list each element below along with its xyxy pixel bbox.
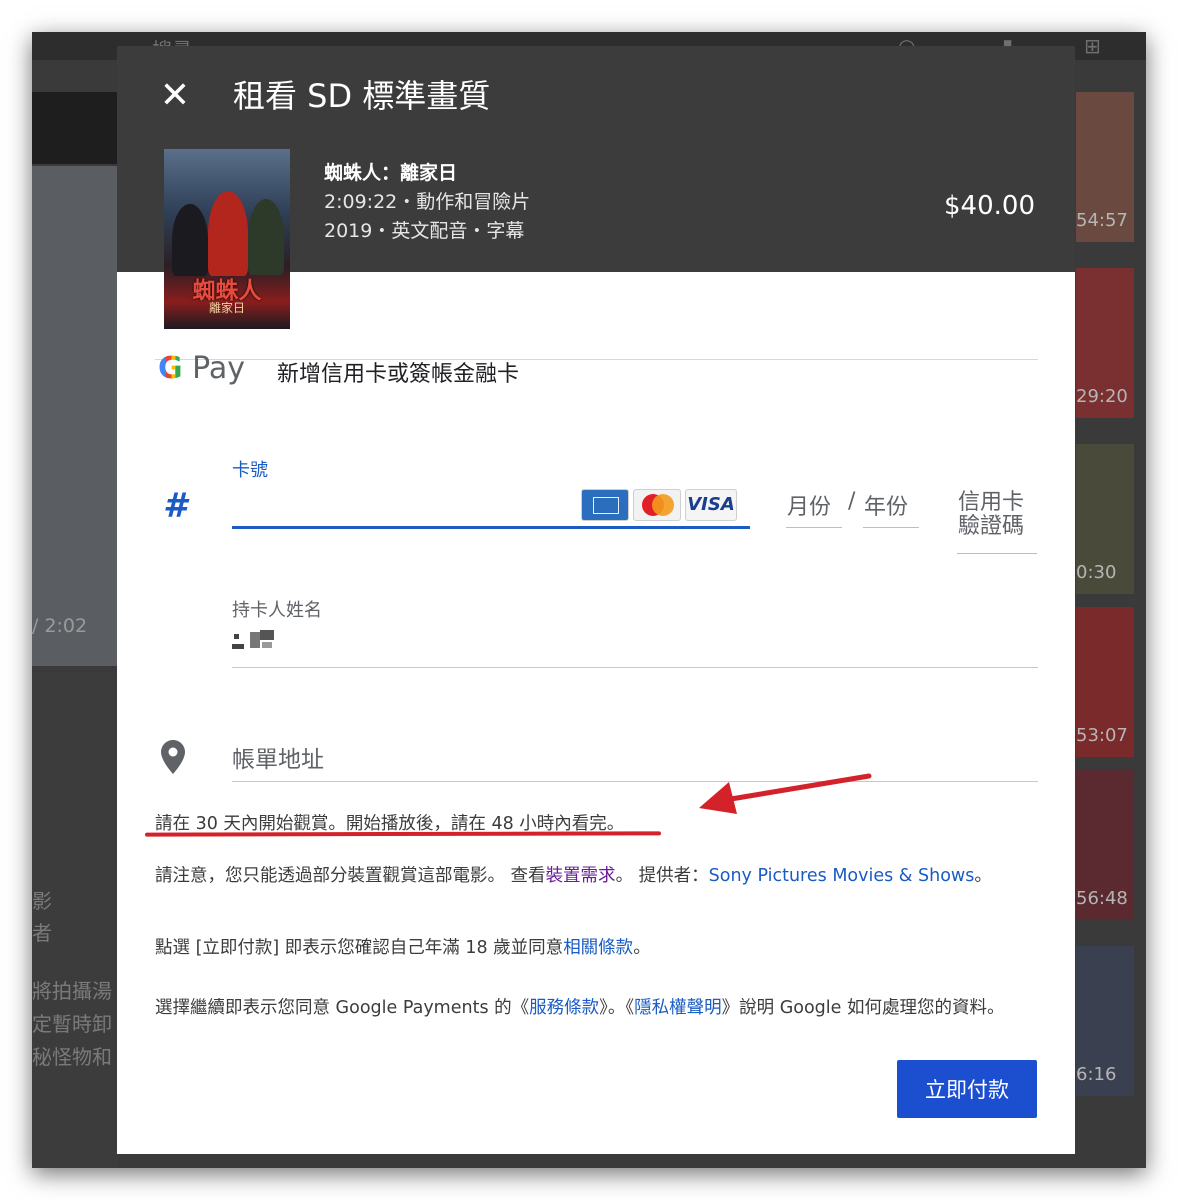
movie-year-audio: 2019・英文配音・字幕 (324, 220, 525, 242)
card-number-label: 卡號 (232, 460, 268, 481)
background-video-time: / 2:02 (32, 615, 88, 637)
google-payments-text: 選擇繼續即表示您同意 Google Payments 的《 (155, 998, 530, 1018)
device-notice-text: 。 提供者： (615, 866, 709, 886)
expiry-separator: / (848, 489, 856, 514)
background-text: 定暫時卸 (32, 1012, 112, 1036)
add-card-heading: 新增信用卡或簽帳金融卡 (277, 362, 520, 387)
background-video (32, 166, 117, 666)
background-thumbnail-time: 54:57 (1076, 210, 1128, 231)
background-band (32, 92, 117, 164)
poster-figure (208, 191, 248, 276)
card-number-hash-icon: # (163, 486, 187, 526)
expiry-year-field[interactable]: 年份 (864, 489, 908, 521)
annotation-arrow-icon (699, 773, 872, 814)
dialog-title: 租看 SD 標準畫質 (233, 77, 491, 115)
expiry-month-underline (786, 527, 842, 528)
screenshot-frame: 搜尋 ○ ▮ ⊞ / 2:02 影 者 將拍攝湯 定暫時卸 秘怪物和 54:57… (32, 32, 1146, 1168)
google-g-icon: G (158, 351, 183, 386)
pay-now-button[interactable]: 立即付款 (897, 1060, 1037, 1118)
device-notice-text: 。 (974, 866, 992, 886)
background-text: 影 (32, 889, 52, 913)
location-pin-icon (161, 740, 185, 774)
poster-figure (172, 204, 208, 276)
mastercard-logo-icon (633, 489, 681, 521)
billing-address-underline (232, 781, 1038, 782)
age-notice-text: 點選 [立即付款] 即表示您確認自己年滿 18 歲並同意 (155, 938, 564, 958)
background-thumbnail-time: 0:30 (1076, 562, 1117, 583)
device-notice-text: 請注意，您只能透過部分裝置觀賞這部電影。 查看 (155, 866, 546, 886)
movie-poster: 蜘蛛人 離家日 (164, 149, 290, 329)
terms-of-service-link[interactable]: 服務條款 (529, 998, 599, 1018)
background-thumbnail-time: 6:16 (1076, 1064, 1117, 1085)
related-terms-link[interactable]: 相關條款 (563, 938, 633, 958)
provider-link[interactable]: Sony Pictures Movies & Shows (709, 866, 975, 886)
device-requirements-link[interactable]: 裝置需求 (546, 866, 616, 886)
background-thumbnail-time: 53:07 (1076, 725, 1128, 746)
google-pay-text: Pay (192, 351, 246, 386)
google-payments-notice: 選擇繼續即表示您同意 Google Payments 的《服務條款》。《隱私權聲… (155, 994, 1039, 1023)
cardholder-name-input[interactable] (232, 630, 280, 652)
close-icon[interactable]: ✕ (155, 74, 195, 118)
cardholder-name-label: 持卡人姓名 (232, 600, 322, 621)
annotation-underline (144, 831, 662, 837)
amex-logo-icon (581, 489, 629, 521)
cvc-underline (957, 553, 1037, 554)
privacy-notice-link[interactable]: 隱私權聲明 (634, 998, 722, 1018)
cvc-field[interactable]: 信用卡驗證碼 (958, 491, 1038, 539)
poster-subtitle: 離家日 (208, 301, 245, 315)
movie-info: 蜘蛛人：離家日 2:09:22・動作和冒險片 2019・英文配音・字幕 (324, 159, 530, 246)
google-payments-text: 》說明 Google 如何處理您的資料。 (721, 998, 1005, 1018)
rental-dialog: ✕ 租看 SD 標準畫質 蜘蛛人：離家日 2:09:22・動作和冒險片 2019… (117, 46, 1075, 1154)
movie-duration-genre: 2:09:22・動作和冒險片 (324, 191, 531, 213)
background-text: 將拍攝湯 (32, 979, 112, 1003)
expiry-month-field[interactable]: 月份 (787, 489, 831, 521)
rental-price: $40.00 (944, 191, 1035, 221)
movie-title: 蜘蛛人：離家日 (324, 162, 458, 184)
background-thumbnail-time: 56:48 (1076, 888, 1128, 909)
google-pay-logo: G Pay (158, 351, 245, 387)
background-create-video-icon: ⊞ (1084, 34, 1101, 58)
device-notice: 請注意，您只能透過部分裝置觀賞這部電影。 查看裝置需求。 提供者：Sony Pi… (155, 862, 1039, 891)
expiry-year-underline (863, 527, 919, 528)
age-notice-text: 。 (633, 938, 651, 958)
cardholder-underline (232, 667, 1038, 668)
age-notice: 點選 [立即付款] 即表示您確認自己年滿 18 歲並同意相關條款。 (155, 934, 1039, 963)
visa-logo-icon: VISA (685, 489, 737, 521)
background-thumbnail-time: 29:20 (1076, 386, 1128, 407)
background-text: 者 (32, 921, 52, 945)
background-text: 秘怪物和 (32, 1045, 112, 1069)
poster-figure (248, 199, 284, 275)
billing-address-field[interactable]: 帳單地址 (232, 740, 324, 774)
google-payments-text: 》。《 (599, 998, 635, 1018)
